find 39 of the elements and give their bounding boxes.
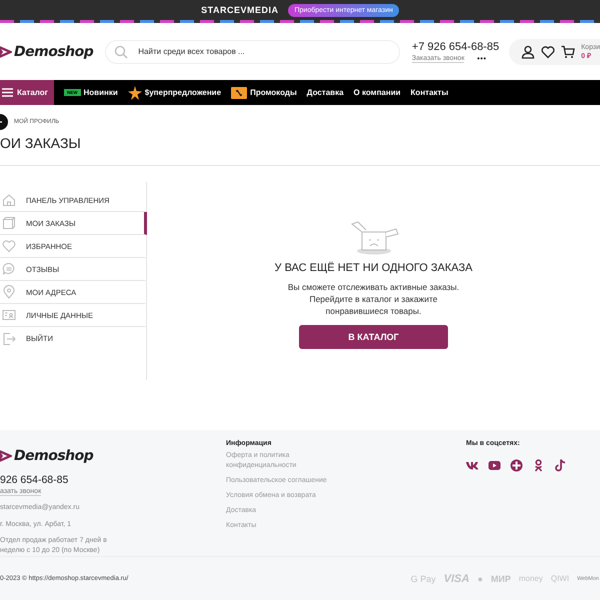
nav-link[interactable]: Контакты [410,88,448,97]
star-icon [128,86,142,100]
person-icon[interactable] [532,459,545,472]
logo-text[interactable]: Demoshop [14,448,94,464]
phone-number: +7 926 654-68-85 [412,40,500,52]
page-title: ОИ ЗАКАЗЫ [0,135,82,153]
nav-link[interactable]: Доставка [306,88,344,97]
search-icon [114,44,128,58]
catalog-button[interactable]: Каталог [0,80,54,105]
catalog-link-button[interactable]: В КАТАЛОГ [299,325,448,349]
vk-icon[interactable] [466,459,479,472]
chat-icon [2,262,16,276]
phone-number: 926 654-68-85 [0,474,70,486]
coupon-icon [231,86,248,98]
empty-state-title: У ВАС ЕЩЁ НЕТ НИ ОДНОГО ЗАКАЗА [274,262,472,274]
payment-logo: ● [477,574,483,584]
logo-icon [0,44,12,60]
pin-icon [2,285,16,299]
card-icon [2,308,16,322]
nav-link[interactable]: $уперпредложение [128,86,222,100]
logo-icon [0,448,12,464]
plus-icon[interactable] [510,459,523,472]
heart-icon[interactable] [541,44,556,58]
search-field[interactable]: Найти среди всех товаров ... [136,46,370,57]
user-icon[interactable] [521,44,536,58]
exit-icon [2,332,16,346]
search-bar[interactable]: Найти среди всех товаров ... [105,40,400,64]
logo-text[interactable]: Demoshop [14,44,94,60]
empty-state-text: Вы сможете отслеживать активные заказы. Перейдите в каталог и закажите понравившиеся товары. [286,281,460,317]
note-icon[interactable] [554,459,567,472]
home-icon [2,193,16,207]
menu-icon [2,88,13,97]
box-icon [2,216,16,230]
youtube-icon[interactable] [488,459,501,472]
nav-link[interactable]: Промокоды [231,86,297,98]
heart-icon [2,239,16,253]
brand-name: STARCEVMEDIA [201,5,278,15]
cart-icon[interactable] [561,44,576,58]
nav-link[interactable]: О компании [354,88,401,97]
